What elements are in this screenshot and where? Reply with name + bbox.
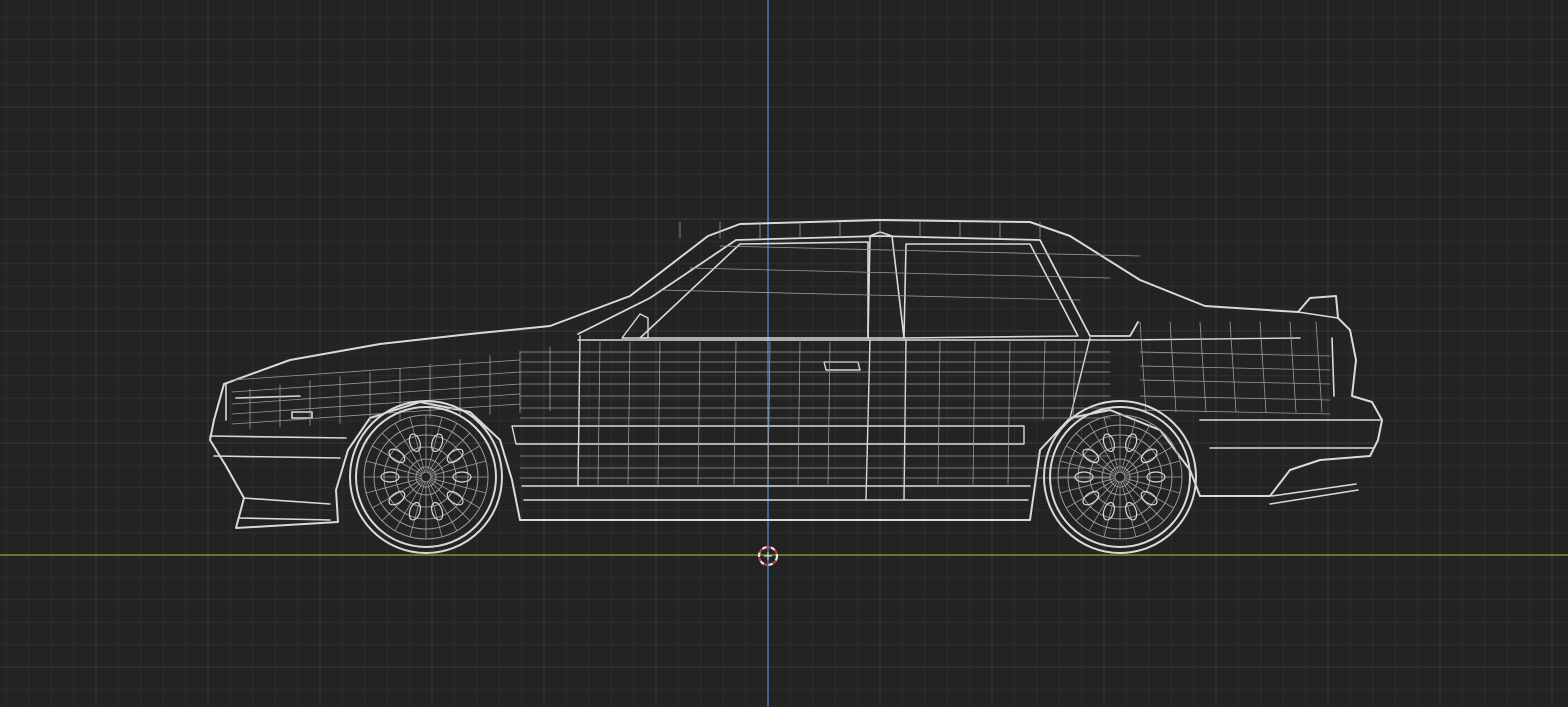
- mesh-edge: [627, 341, 631, 485]
- car-wireframe[interactable]: [209, 219, 1383, 554]
- mesh-edge: [1139, 351, 1331, 357]
- rim-hole: [388, 448, 406, 464]
- mesh-edge: [1007, 341, 1011, 485]
- b-pillar: [867, 231, 905, 339]
- mesh-edge: [719, 245, 1141, 257]
- mesh-edge: [597, 341, 601, 485]
- mesh-edge: [1139, 365, 1331, 371]
- front-wheel[interactable]: [349, 400, 503, 554]
- 3d-viewport[interactable]: [0, 0, 1568, 707]
- mesh-edge: [1139, 409, 1331, 415]
- viewport-canvas[interactable]: [0, 0, 1568, 707]
- rim-hole: [388, 490, 406, 506]
- mesh-edge: [937, 341, 941, 485]
- rear-window: [903, 243, 1079, 339]
- mesh-edge: [733, 341, 737, 485]
- rim-hole: [1082, 490, 1100, 506]
- mesh-edge: [689, 267, 1111, 279]
- mesh-edge: [1139, 379, 1331, 385]
- mesh-edge: [697, 341, 701, 485]
- rear-wheel[interactable]: [1043, 400, 1197, 554]
- mesh-edge: [657, 341, 661, 485]
- mesh-edge: [827, 341, 831, 485]
- mesh-edge: [972, 341, 976, 485]
- rim-ring: [420, 471, 432, 483]
- rim-hole: [446, 490, 464, 506]
- rim-hole: [446, 448, 464, 464]
- rim-ring: [1114, 471, 1126, 483]
- mesh-edge: [797, 341, 801, 485]
